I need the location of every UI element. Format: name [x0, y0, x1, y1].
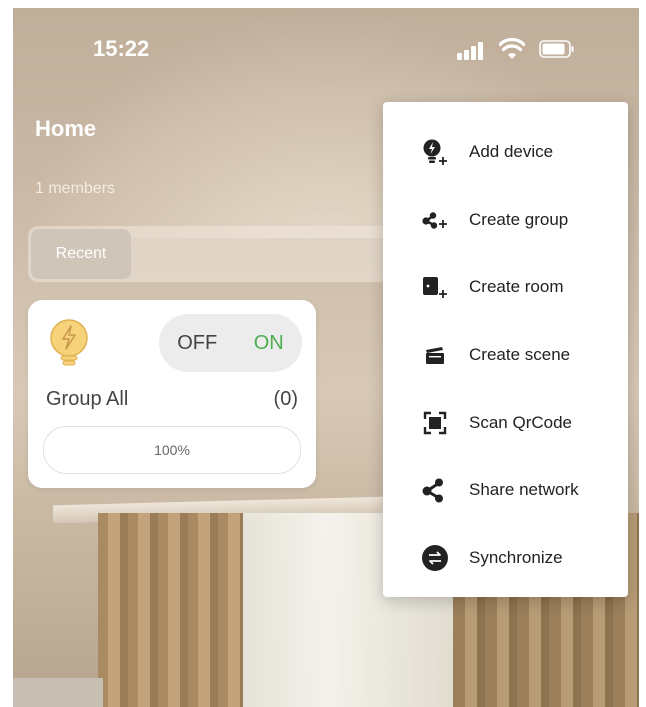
room-tabs: Recent: [28, 226, 408, 282]
brightness-slider[interactable]: 100%: [43, 426, 301, 474]
create-room-icon: [423, 277, 447, 298]
toggle-off-label[interactable]: OFF: [177, 332, 217, 355]
create-group-icon: [422, 212, 447, 229]
menu-item-label: Scan QrCode: [469, 413, 572, 432]
background-sofa: [13, 678, 103, 707]
group-power-toggle[interactable]: OFF ON: [159, 314, 302, 372]
share-network-icon: [422, 478, 443, 503]
brightness-value: 100%: [154, 442, 190, 458]
bulb-icon: [50, 319, 88, 366]
menu-item-create-scene[interactable]: Create scene: [383, 325, 628, 385]
app-screen: 15:22 Home 1 members Recent OFF ON Group…: [13, 8, 639, 707]
members-count[interactable]: 1 members: [35, 180, 115, 198]
group-name: Group All: [46, 388, 129, 410]
home-title[interactable]: Home: [35, 116, 96, 142]
group-device-count: (0): [273, 388, 298, 410]
scan-qrcode-icon: [423, 411, 447, 435]
battery-icon: [539, 40, 574, 58]
toggle-on-label[interactable]: ON: [254, 332, 284, 355]
menu-item-create-group[interactable]: Create group: [383, 190, 628, 250]
status-bar: 15:22: [13, 8, 639, 88]
menu-item-add-device[interactable]: Add device: [383, 122, 628, 182]
menu-item-label: Create scene: [469, 345, 571, 364]
menu-item-synchronize[interactable]: Synchronize: [383, 528, 628, 588]
synchronize-icon: [422, 545, 448, 571]
background-curtain-left: [98, 513, 243, 707]
cellular-signal-icon: [457, 42, 487, 60]
wifi-icon: [499, 38, 525, 59]
menu-item-label: Synchronize: [469, 548, 563, 567]
menu-item-label: Share network: [469, 480, 579, 499]
menu-item-share-network[interactable]: Share network: [383, 460, 628, 520]
create-scene-icon: [426, 347, 444, 364]
menu-item-label: Create room: [469, 277, 564, 296]
menu-item-label: Create group: [469, 210, 569, 229]
status-time: 15:22: [93, 36, 150, 61]
menu-item-label: Add device: [469, 142, 554, 161]
tab-recent[interactable]: Recent: [31, 229, 131, 279]
group-card[interactable]: OFF ON Group All (0) 100%: [28, 300, 316, 488]
add-device-icon: [423, 139, 447, 165]
menu-item-scan-qrcode[interactable]: Scan QrCode: [383, 393, 628, 453]
menu-item-create-room[interactable]: Create room: [383, 257, 628, 317]
add-menu-popup: Add device Create group Create room Crea…: [383, 102, 628, 597]
